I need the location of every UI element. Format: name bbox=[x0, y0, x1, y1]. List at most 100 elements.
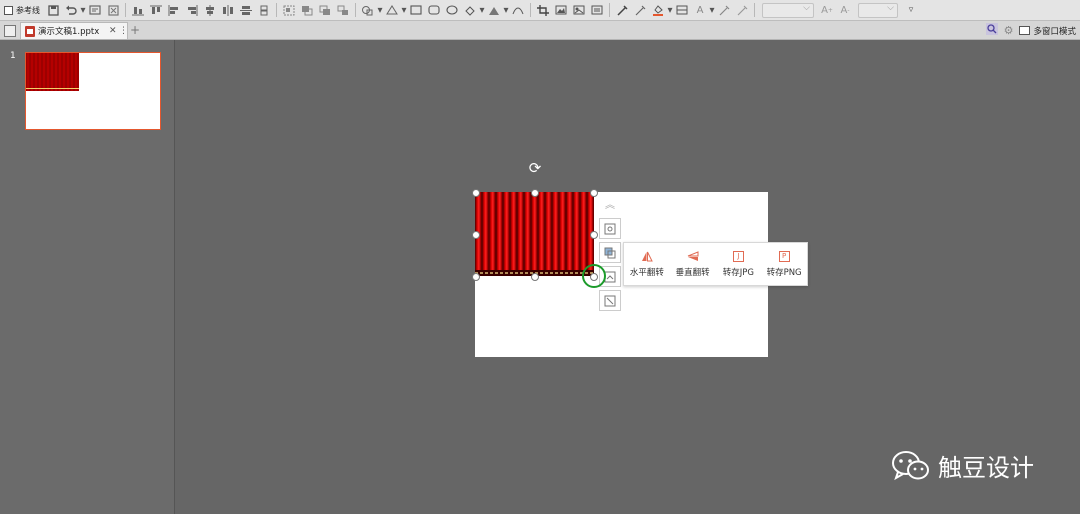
slide-thumbnail-panel: 1 bbox=[0, 40, 175, 514]
align-right-icon[interactable] bbox=[183, 2, 201, 18]
resize-handle[interactable] bbox=[590, 231, 598, 239]
font-shrink-icon[interactable]: A- bbox=[836, 2, 854, 18]
ellipse-icon[interactable] bbox=[443, 2, 461, 18]
multi-window-button[interactable]: 多窗口模式 bbox=[1019, 25, 1076, 37]
curtain-image[interactable] bbox=[475, 192, 594, 276]
divider bbox=[125, 3, 126, 17]
distribute-horizontal-icon[interactable] bbox=[219, 2, 237, 18]
triangle-icon[interactable] bbox=[485, 2, 503, 18]
save-icon[interactable] bbox=[44, 2, 62, 18]
watermark: 触豆设计 bbox=[892, 448, 1034, 483]
divider bbox=[276, 3, 277, 17]
group-icon[interactable] bbox=[280, 2, 298, 18]
rounded-rectangle-icon[interactable] bbox=[425, 2, 443, 18]
save-jpg-icon-wrap: J bbox=[732, 251, 744, 263]
align-left-icon[interactable] bbox=[165, 2, 183, 18]
divider bbox=[754, 3, 755, 17]
shapes-icon[interactable] bbox=[359, 2, 377, 18]
align-bottom-icon[interactable] bbox=[129, 2, 147, 18]
toolbar: 参考线 ▾ ▾ ▾ ▾ ▾ ▾ A ▾ A+ bbox=[0, 0, 1080, 21]
align-center-icon[interactable] bbox=[201, 2, 219, 18]
resize-handle[interactable] bbox=[472, 189, 480, 197]
crop-image-icon bbox=[604, 295, 616, 306]
send-back-icon[interactable] bbox=[316, 2, 334, 18]
home-icon[interactable] bbox=[4, 25, 16, 37]
slide-thumbnail[interactable] bbox=[25, 52, 161, 130]
tab-label: 演示文稿1.pptx bbox=[38, 27, 100, 37]
bring-front-icon[interactable] bbox=[298, 2, 316, 18]
font-grow-icon[interactable]: A + bbox=[818, 2, 836, 18]
close-box-icon[interactable] bbox=[104, 2, 122, 18]
thumbnail-curtain-image bbox=[26, 53, 79, 91]
layer-order-button[interactable] bbox=[599, 242, 621, 263]
watermark-text: 触豆设计 bbox=[938, 454, 1034, 482]
save-png-icon: P bbox=[778, 251, 790, 262]
flip-horizontal-label: 水平翻转 bbox=[629, 267, 664, 278]
flip-vertical-label: 垂直翻转 bbox=[675, 267, 710, 278]
eyedropper-icon[interactable] bbox=[613, 2, 631, 18]
resize-handle[interactable] bbox=[590, 189, 598, 197]
save-jpg-icon: J bbox=[732, 251, 744, 262]
layers-icon bbox=[604, 247, 616, 258]
save-png-icon-wrap: P bbox=[778, 251, 790, 263]
eyedropper-alt-icon[interactable] bbox=[631, 2, 649, 18]
font-size-select[interactable] bbox=[858, 2, 898, 18]
shape-style-icon[interactable] bbox=[383, 2, 401, 18]
highlight-circle bbox=[582, 264, 606, 288]
wechat-logo-icon bbox=[892, 450, 929, 480]
add-tab-icon[interactable]: + bbox=[130, 23, 140, 37]
flip-vertical-button[interactable]: 垂直翻转 bbox=[670, 243, 716, 285]
text-box-alt-icon[interactable] bbox=[588, 2, 606, 18]
distribute-vertical-icon[interactable] bbox=[237, 2, 255, 18]
resize-handle[interactable] bbox=[472, 231, 480, 239]
align-top-icon[interactable] bbox=[147, 2, 165, 18]
save-png-label: 转存PNG bbox=[766, 267, 802, 278]
fill-color-icon[interactable] bbox=[649, 2, 667, 18]
image-settings-button[interactable] bbox=[599, 218, 621, 239]
divider bbox=[609, 3, 610, 17]
font-family-select[interactable] bbox=[762, 2, 814, 18]
tab-menu-icon[interactable]: ⋮ bbox=[119, 26, 128, 36]
rotate-handle-icon[interactable]: ⟳ bbox=[527, 160, 543, 176]
crop-icon[interactable] bbox=[534, 2, 552, 18]
flip-vertical-icon bbox=[687, 251, 699, 263]
checkbox-icon bbox=[4, 5, 13, 15]
layer-icon[interactable] bbox=[334, 2, 352, 18]
search-icon[interactable] bbox=[985, 23, 998, 38]
crop-image-button[interactable] bbox=[599, 290, 621, 311]
save-jpg-label: 转存JPG bbox=[722, 267, 754, 278]
more-icon[interactable]: ▿ bbox=[902, 2, 920, 18]
settings-box-icon bbox=[604, 223, 616, 234]
text-box-grid-icon[interactable] bbox=[673, 2, 691, 18]
font-color-icon[interactable]: A bbox=[691, 2, 709, 18]
image-adjust-icon[interactable] bbox=[570, 2, 588, 18]
save-png-button[interactable]: P 转存PNG bbox=[761, 243, 807, 285]
close-tab-icon[interactable]: ✕ bbox=[109, 26, 119, 36]
undo-icon[interactable] bbox=[62, 2, 80, 18]
collapse-toolbar-button[interactable]: ︽ bbox=[599, 193, 621, 214]
resize-handle[interactable] bbox=[531, 273, 539, 281]
multi-window-label: 多窗口模式 bbox=[1033, 26, 1076, 37]
pen-icon[interactable] bbox=[715, 2, 733, 18]
flip-horizontal-icon bbox=[641, 251, 653, 263]
shape-fill-icon[interactable] bbox=[461, 2, 479, 18]
tab-document[interactable]: 演示文稿1.pptx ✕ ⋮ bbox=[20, 22, 128, 39]
guides-checkbox[interactable]: 参考线 bbox=[0, 5, 44, 16]
image-context-popup: 水平翻转 垂直翻转 J 转存JPG P 转存PNG bbox=[623, 242, 808, 286]
resize-handle[interactable] bbox=[531, 189, 539, 197]
save-jpg-button[interactable]: J 转存JPG bbox=[716, 243, 762, 285]
curve-icon[interactable] bbox=[509, 2, 527, 18]
text-box-icon[interactable] bbox=[86, 2, 104, 18]
window-icon bbox=[1019, 26, 1031, 35]
align-middle-icon[interactable] bbox=[255, 2, 273, 18]
divider bbox=[530, 3, 531, 17]
slide-number: 1 bbox=[10, 51, 16, 61]
gear-icon[interactable]: ⚙ bbox=[1004, 24, 1014, 37]
picture-icon[interactable] bbox=[552, 2, 570, 18]
resize-handle[interactable] bbox=[472, 273, 480, 281]
right-controls: ⚙ 多窗口模式 bbox=[985, 23, 1076, 38]
flip-horizontal-button[interactable]: 水平翻转 bbox=[624, 243, 670, 285]
tab-bar: 演示文稿1.pptx ✕ ⋮ + ⚙ 多窗口模式 bbox=[0, 21, 1080, 40]
pen-alt-icon[interactable] bbox=[733, 2, 751, 18]
rectangle-icon[interactable] bbox=[407, 2, 425, 18]
